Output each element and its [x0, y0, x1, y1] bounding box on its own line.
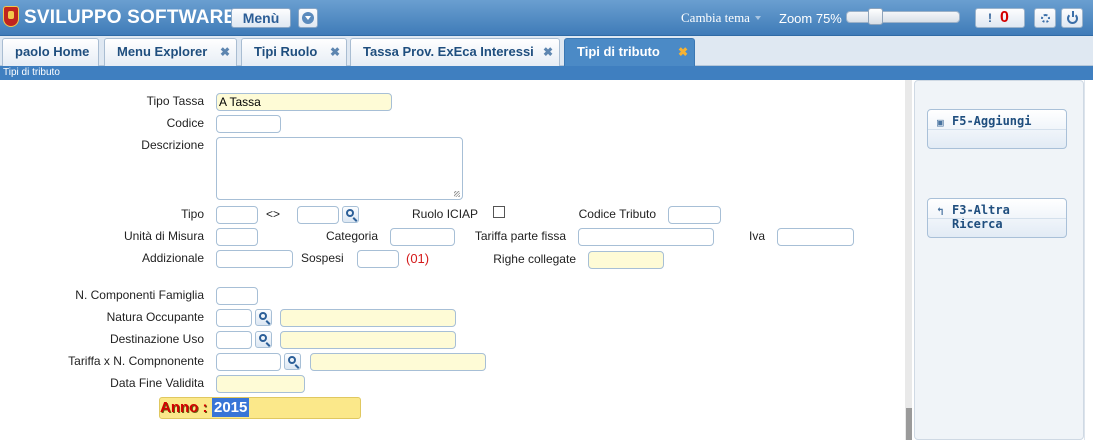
alert-count: 0: [1000, 9, 1009, 26]
tipo-label: Tipo: [181, 207, 204, 221]
sospesi-field[interactable]: [357, 250, 399, 268]
natura-occupante-description: [280, 309, 456, 327]
search-icon: [346, 209, 354, 217]
destinazione-uso-code-field[interactable]: [216, 331, 252, 349]
logout-button[interactable]: [1061, 8, 1083, 28]
descrizione-textarea[interactable]: [216, 137, 463, 200]
codice-label: Codice: [166, 116, 204, 130]
unita-misura-label: Unità di Misura: [123, 229, 204, 243]
codice-tributo-field[interactable]: [668, 206, 721, 224]
power-icon: [1067, 11, 1078, 24]
tab-label: Tipi Ruolo: [254, 44, 318, 59]
top-bar: SVILUPPO SOFTWARE Menù Cambia tema Zoom …: [0, 0, 1093, 36]
tipo-tassa-field[interactable]: A Tassa: [216, 93, 392, 111]
settings-button[interactable]: [1034, 8, 1056, 28]
tipo-search-button[interactable]: [342, 206, 359, 223]
tariffa-n-componente-label: Tariffa x N. Compnonente: [68, 354, 204, 368]
zoom-slider[interactable]: [846, 11, 960, 23]
close-icon[interactable]: ✖: [330, 39, 340, 65]
sospesi-count: (01): [406, 251, 430, 266]
back-arrow-icon: ↰: [937, 205, 944, 218]
destinazione-uso-search-button[interactable]: [255, 331, 272, 348]
zoom-slider-handle[interactable]: [868, 8, 883, 25]
unita-misura-field[interactable]: [216, 228, 258, 246]
close-icon[interactable]: ✖: [678, 39, 688, 65]
vertical-scrollbar[interactable]: [905, 80, 912, 440]
tab-menu-explorer[interactable]: Menu Explorer ✖: [104, 38, 237, 66]
tariffa-n-componente-search-button[interactable]: [284, 353, 301, 370]
righe-collegate-label: Righe collegate: [493, 252, 576, 266]
tab-bar: paolo Home Menu Explorer ✖ Tipi Ruolo ✖ …: [0, 36, 1093, 66]
tab-tipi-di-tributo[interactable]: Tipi di tributo ✖: [564, 38, 695, 66]
tab-label: paolo Home: [15, 44, 90, 59]
natura-occupante-label: Natura Occupante: [106, 310, 204, 324]
tab-label: Tipi di tributo: [577, 44, 660, 59]
add-button[interactable]: ▣ F5-Aggiungi: [927, 109, 1067, 149]
tipo-from-field[interactable]: [216, 206, 258, 224]
data-fine-validita-label: Data Fine Validita: [110, 376, 204, 390]
n-componenti-label: N. Componenti Famiglia: [75, 288, 204, 302]
new-search-button-label: F3-Altra Ricerca: [952, 203, 1010, 231]
codice-field[interactable]: [216, 115, 281, 133]
right-edge: [1084, 80, 1093, 440]
zoom-label: Zoom 75%: [779, 11, 842, 26]
search-icon: [259, 334, 267, 342]
close-icon[interactable]: ✖: [543, 39, 553, 65]
chevron-down-icon: [302, 12, 314, 24]
anno-label: Anno :: [160, 399, 208, 416]
codice-tributo-label: Codice Tributo: [578, 207, 656, 221]
tariffa-parte-fissa-label: Tariffa parte fissa: [474, 229, 566, 243]
scrollbar-thumb[interactable]: [906, 408, 912, 440]
addizionale-label: Addizionale: [141, 251, 204, 265]
categoria-label: Categoria: [325, 229, 378, 243]
tab-tipi-ruolo[interactable]: Tipi Ruolo ✖: [241, 38, 347, 66]
destinazione-uso-description: [280, 331, 456, 349]
sospesi-label: Sospesi: [301, 251, 344, 265]
tipo-separator: <>: [266, 207, 281, 221]
tariffa-parte-fissa-field[interactable]: [578, 228, 714, 246]
save-icon: ▣: [937, 116, 944, 129]
menu-button[interactable]: Menù: [231, 8, 291, 28]
menu-dropdown-button[interactable]: [298, 8, 318, 28]
tab-paolo-home[interactable]: paolo Home: [2, 38, 99, 66]
ruolo-iciap-label: Ruolo ICIAP: [412, 207, 479, 221]
app-title: SVILUPPO SOFTWARE: [24, 7, 237, 28]
exclamation-icon: !: [988, 11, 992, 25]
search-icon: [259, 312, 267, 320]
gear-icon: [1041, 14, 1050, 23]
caret-down-icon: [755, 16, 761, 20]
theme-selector[interactable]: Cambia tema: [681, 10, 750, 26]
iva-label: Iva: [748, 229, 765, 243]
ruolo-iciap-checkbox[interactable]: [493, 206, 505, 218]
righe-collegate-field[interactable]: [588, 251, 664, 269]
tariffa-n-componente-description: [310, 353, 486, 371]
iva-field[interactable]: [777, 228, 854, 246]
add-button-label: F5-Aggiungi: [952, 114, 1032, 128]
tipo-tassa-label: Tipo Tassa: [146, 94, 204, 108]
natura-occupante-search-button[interactable]: [255, 309, 272, 326]
close-icon[interactable]: ✖: [220, 39, 230, 65]
breadcrumb: Tipi di tributo: [0, 66, 1093, 80]
destinazione-uso-label: Destinazione Uso: [109, 332, 204, 346]
tab-tassa-prov[interactable]: Tassa Prov. ExEca Interessi ✖: [350, 38, 560, 66]
natura-occupante-code-field[interactable]: [216, 309, 252, 327]
logo-shield-icon: [3, 6, 19, 27]
alerts-button[interactable]: ! 0: [975, 8, 1025, 28]
tab-label: Tassa Prov. ExEca Interessi: [363, 44, 534, 59]
tab-label: Menu Explorer: [117, 44, 208, 59]
categoria-field[interactable]: [390, 228, 455, 246]
new-search-button[interactable]: ↰ F3-Altra Ricerca: [927, 198, 1067, 238]
search-icon: [288, 356, 296, 364]
tariffa-n-componente-code-field[interactable]: [216, 353, 281, 371]
n-componenti-field[interactable]: [216, 287, 258, 305]
addizionale-field[interactable]: [216, 250, 293, 268]
descrizione-label: Descrizione: [141, 138, 204, 152]
tipo-to-field[interactable]: [297, 206, 339, 224]
data-fine-validita-field[interactable]: [216, 375, 305, 393]
anno-value[interactable]: 2015: [212, 398, 250, 417]
